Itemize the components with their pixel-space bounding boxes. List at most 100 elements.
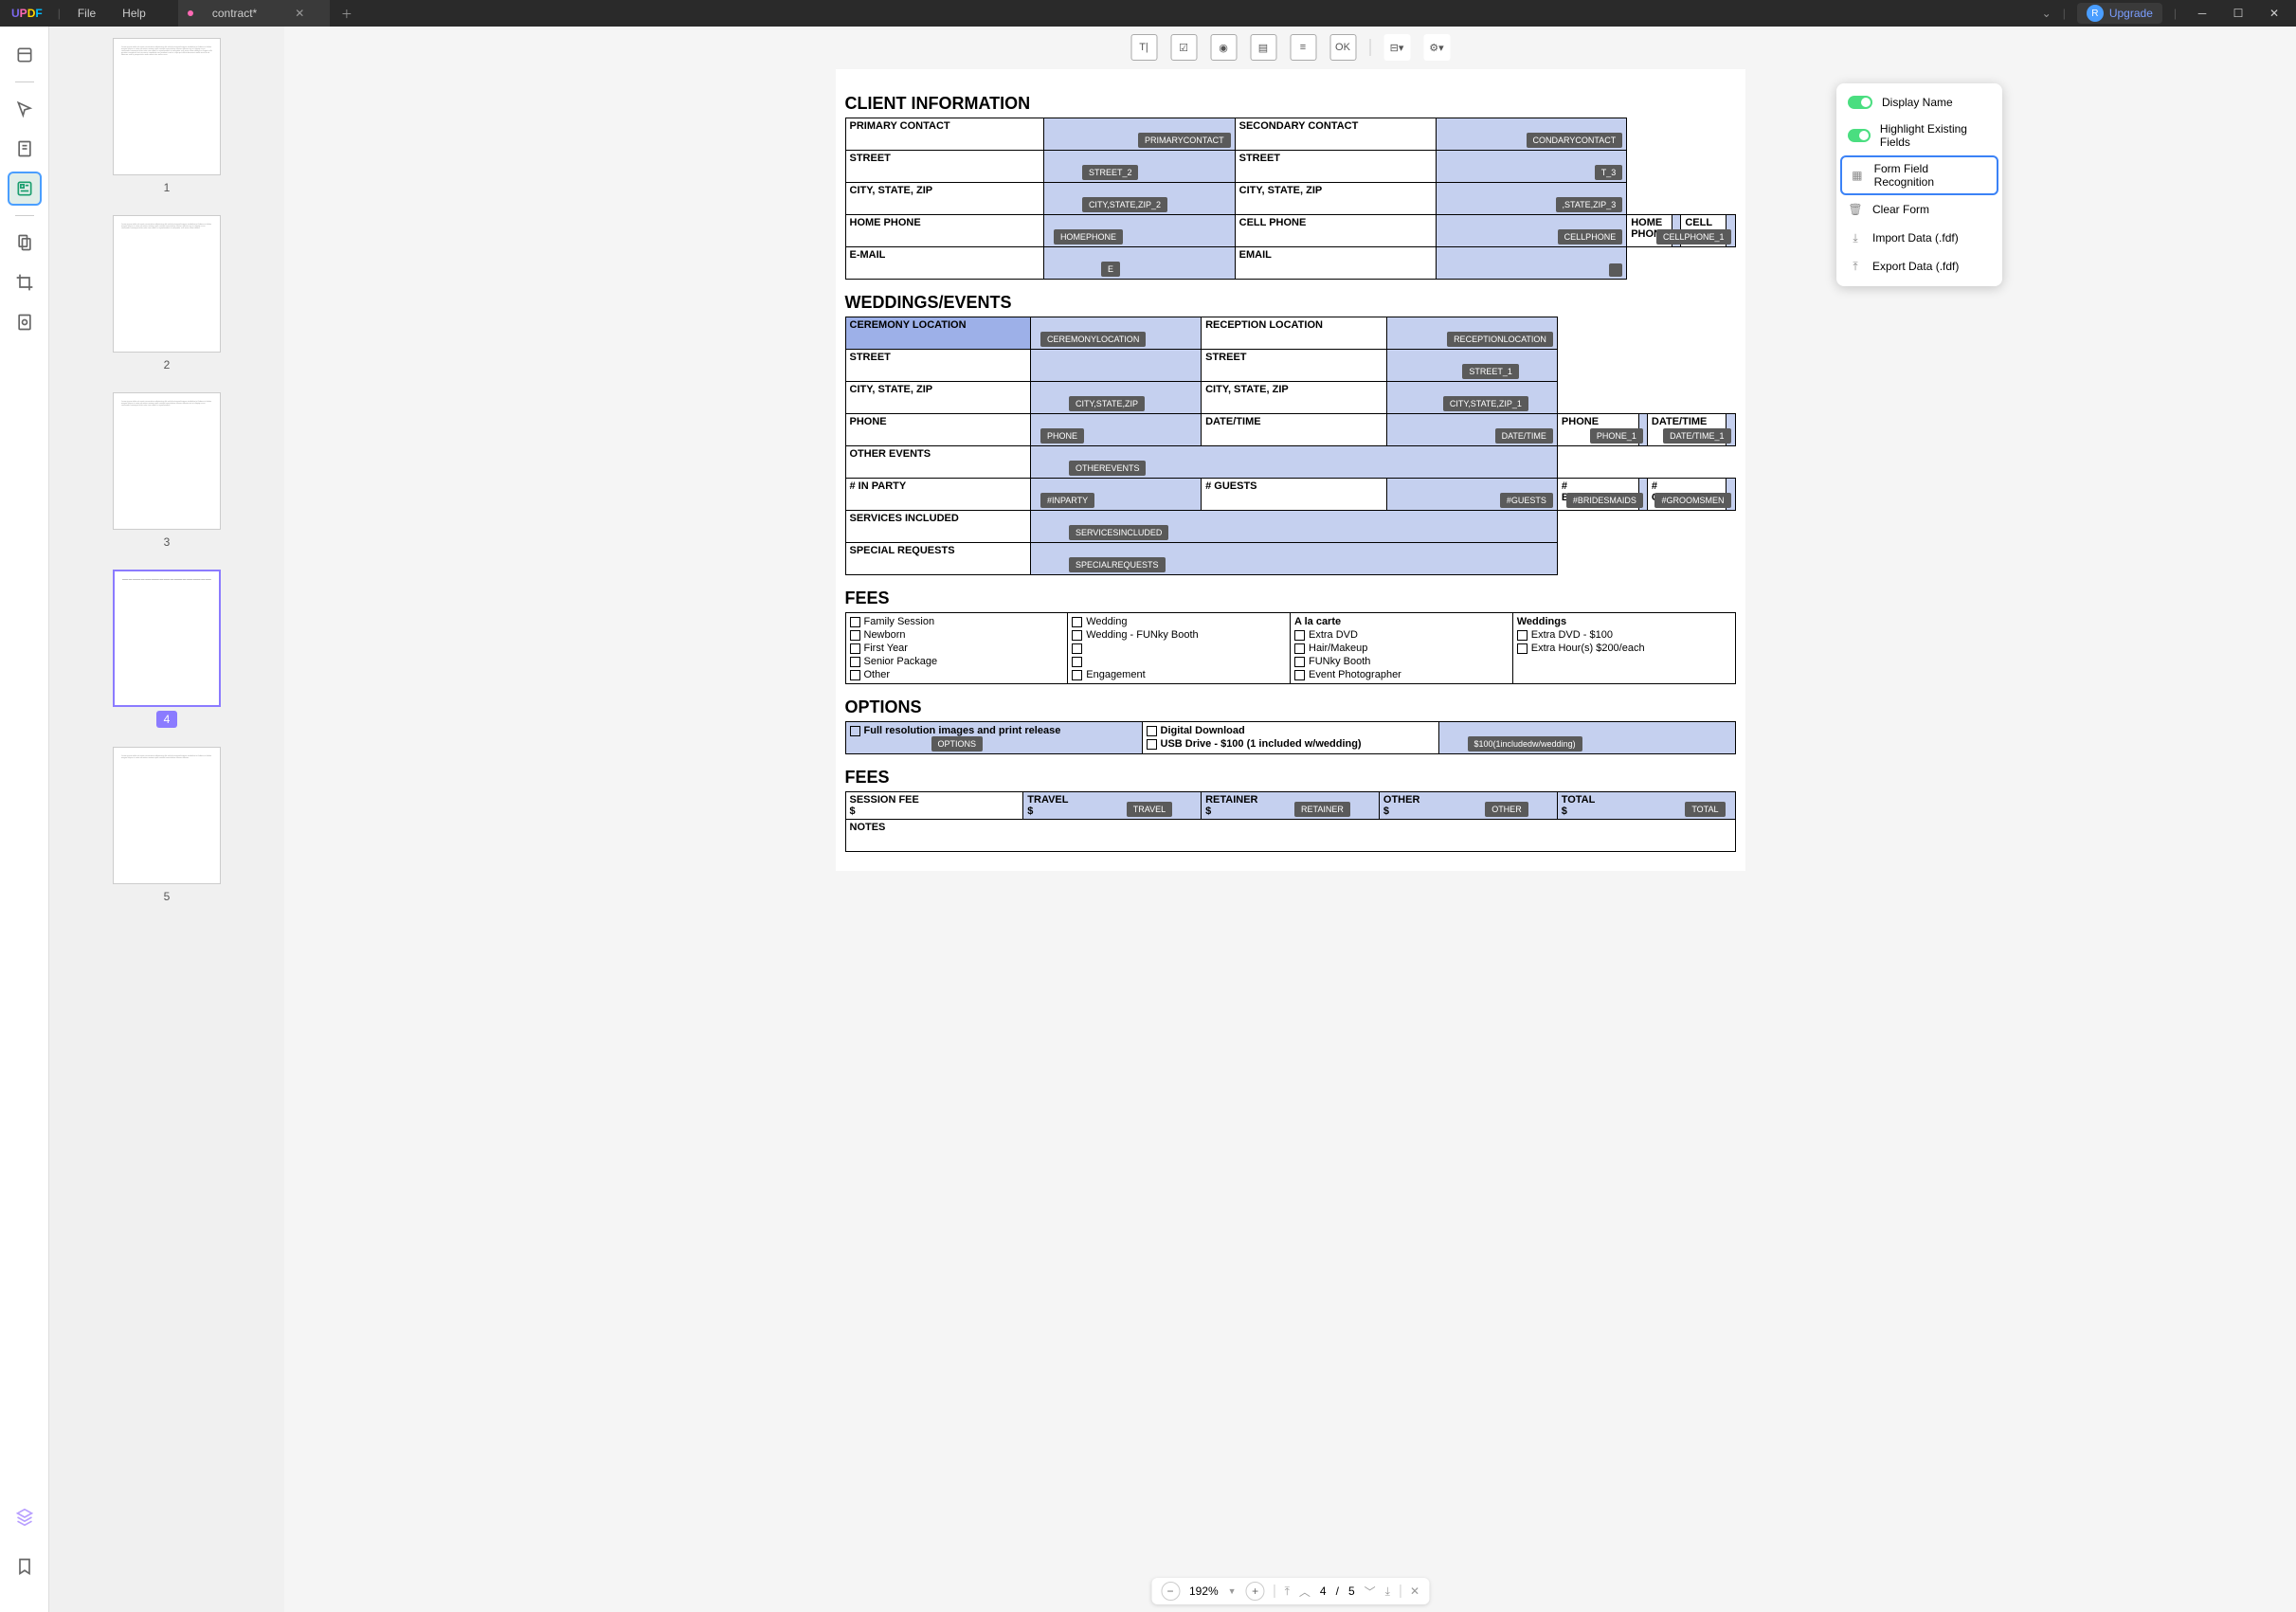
maximize-button[interactable]: ☐: [2224, 7, 2252, 20]
field-tag[interactable]: TRAVEL: [1127, 802, 1172, 817]
checkbox-tool[interactable]: ☑: [1170, 34, 1197, 61]
close-window-button[interactable]: ✕: [2260, 7, 2288, 20]
checkbox[interactable]: [1294, 670, 1305, 680]
thumbnail-page-4[interactable]: ▬▬▬ ▬▬ ▬▬▬▬ ▬▬ ▬▬▬ ▬▬▬▬ ▬▬ ▬▬▬ ▬▬ ▬▬▬▬ ▬…: [113, 570, 221, 707]
document-tab[interactable]: contract* ✕: [178, 0, 330, 27]
sidebar-edit[interactable]: [8, 132, 42, 166]
first-page-button[interactable]: ⤒: [1285, 1585, 1290, 1599]
toggle-highlight-fields[interactable]: Highlight Existing Fields: [1836, 116, 2002, 155]
list-tool[interactable]: ≡: [1290, 34, 1316, 61]
field-tag[interactable]: RETAINER: [1294, 802, 1350, 817]
field-tag[interactable]: DATE/TIME: [1495, 428, 1553, 444]
zoom-out-button[interactable]: −: [1161, 1582, 1180, 1601]
import-data[interactable]: ⤓Import Data (.fdf): [1836, 224, 2002, 252]
field-tag[interactable]: PHONE: [1040, 428, 1084, 444]
field-tag[interactable]: CITY,STATE,ZIP_1: [1443, 396, 1528, 411]
sidebar-comment[interactable]: [8, 92, 42, 126]
sidebar-protect[interactable]: [8, 305, 42, 339]
zoom-in-button[interactable]: +: [1246, 1582, 1265, 1601]
checkbox[interactable]: [1147, 726, 1157, 736]
field-tag[interactable]: OTHER: [1485, 802, 1528, 817]
field-tag[interactable]: CONDARYCONTACT: [1527, 133, 1623, 148]
checkbox[interactable]: [1294, 630, 1305, 641]
field-tag[interactable]: DATE/TIME_1: [1663, 428, 1730, 444]
field-tag[interactable]: STREET_2: [1082, 165, 1139, 180]
clear-form[interactable]: 🗑Clear Form: [1836, 195, 2002, 224]
checkbox[interactable]: [1294, 643, 1305, 654]
next-page-button[interactable]: ﹀: [1365, 1584, 1376, 1600]
thumbnail-page-3[interactable]: Lorem ipsum dolor sit amet consectetur a…: [113, 392, 221, 530]
export-data[interactable]: ⤒Export Data (.fdf): [1836, 252, 2002, 281]
field-tag[interactable]: RECEPTIONLOCATION: [1447, 332, 1553, 347]
checkbox[interactable]: [1147, 739, 1157, 750]
sidebar-layers[interactable]: [8, 1500, 42, 1534]
field-tag[interactable]: CELLPHONE: [1558, 229, 1623, 245]
zoom-dropdown-icon[interactable]: ▼: [1228, 1586, 1237, 1596]
minimize-button[interactable]: ─: [2188, 7, 2216, 20]
last-page-button[interactable]: ⤓: [1385, 1585, 1390, 1599]
menu-help[interactable]: Help: [109, 7, 159, 20]
zoom-level[interactable]: 192%: [1189, 1585, 1219, 1598]
close-bar-button[interactable]: ✕: [1410, 1585, 1419, 1598]
field-tag[interactable]: TOTAL: [1685, 802, 1725, 817]
sidebar-bookmark[interactable]: [8, 1549, 42, 1584]
menu-file[interactable]: File: [64, 7, 109, 20]
thumbnail-page-2[interactable]: Lorem ipsum dolor sit amet consectetur a…: [113, 215, 221, 353]
checkbox[interactable]: [1294, 657, 1305, 667]
form-field-recognition[interactable]: ▦Form Field Recognition: [1840, 155, 1998, 195]
sidebar-form[interactable]: [8, 172, 42, 206]
field-tag[interactable]: PRIMARYCONTACT: [1138, 133, 1231, 148]
checkbox[interactable]: [1072, 657, 1082, 667]
checkbox[interactable]: [850, 643, 860, 654]
thumbnail-page-1[interactable]: Lorem ipsum dolor sit amet consectetur a…: [113, 38, 221, 175]
checkbox[interactable]: [850, 657, 860, 667]
field-tag[interactable]: $100(1includedw/wedding): [1468, 736, 1582, 752]
upgrade-button[interactable]: R Upgrade: [2077, 3, 2162, 24]
toggle-display-name[interactable]: Display Name: [1836, 89, 2002, 116]
field-tag[interactable]: CITY,STATE,ZIP_2: [1082, 197, 1167, 212]
field-tag[interactable]: #BRIDESMAIDS: [1566, 493, 1643, 508]
field-tag[interactable]: T_3: [1595, 165, 1623, 180]
thumbnail-page-5[interactable]: Lorem ipsum dolor sit amet consectetur a…: [113, 747, 221, 884]
align-tool[interactable]: ⊟▾: [1383, 34, 1410, 61]
checkbox[interactable]: [1072, 630, 1082, 641]
form-options-tool[interactable]: ⚙▾: [1423, 34, 1450, 61]
field-tag[interactable]: CEREMONYLOCATION: [1040, 332, 1146, 347]
field-tag[interactable]: CITY,STATE,ZIP: [1069, 396, 1145, 411]
field-tag[interactable]: SERVICESINCLUDED: [1069, 525, 1168, 540]
field-tag[interactable]: CELLPHONE_1: [1656, 229, 1731, 245]
field-tag[interactable]: E: [1101, 262, 1120, 277]
checkbox[interactable]: [850, 630, 860, 641]
checkbox[interactable]: [1517, 643, 1528, 654]
sidebar-organize[interactable]: [8, 226, 42, 260]
field-tag[interactable]: #GUESTS: [1500, 493, 1553, 508]
field-tag[interactable]: OTHEREVENTS: [1069, 461, 1147, 476]
button-tool[interactable]: OK: [1329, 34, 1356, 61]
checkbox[interactable]: [1517, 630, 1528, 641]
prev-page-button[interactable]: ︿: [1299, 1584, 1311, 1600]
field-tag[interactable]: OPTIONS: [931, 736, 984, 752]
sidebar-crop[interactable]: [8, 265, 42, 299]
close-tab-button[interactable]: ✕: [295, 7, 304, 20]
field-tag[interactable]: STREET_1: [1462, 364, 1519, 379]
current-page[interactable]: 4: [1320, 1585, 1327, 1598]
field-tag[interactable]: [1609, 263, 1622, 277]
field-tag[interactable]: PHONE_1: [1590, 428, 1643, 444]
checkbox[interactable]: [1072, 643, 1082, 654]
checkbox[interactable]: [850, 670, 860, 680]
add-tab-button[interactable]: ＋: [330, 6, 364, 22]
chevron-down-icon[interactable]: ⌄: [2042, 7, 2052, 20]
field-tag[interactable]: ,STATE,ZIP_3: [1556, 197, 1623, 212]
field-tag[interactable]: SPECIALREQUESTS: [1069, 557, 1166, 572]
text-field-tool[interactable]: T|: [1130, 34, 1157, 61]
field-tag[interactable]: HOMEPHONE: [1054, 229, 1123, 245]
radio-tool[interactable]: ◉: [1210, 34, 1237, 61]
checkbox[interactable]: [1072, 670, 1082, 680]
dropdown-tool[interactable]: ▤: [1250, 34, 1276, 61]
checkbox[interactable]: [1072, 617, 1082, 627]
field-tag[interactable]: #GROOMSMEN: [1654, 493, 1730, 508]
sidebar-reader-mode[interactable]: [8, 38, 42, 72]
checkbox[interactable]: [850, 726, 860, 736]
field-tag[interactable]: #INPARTY: [1040, 493, 1094, 508]
checkbox[interactable]: [850, 617, 860, 627]
